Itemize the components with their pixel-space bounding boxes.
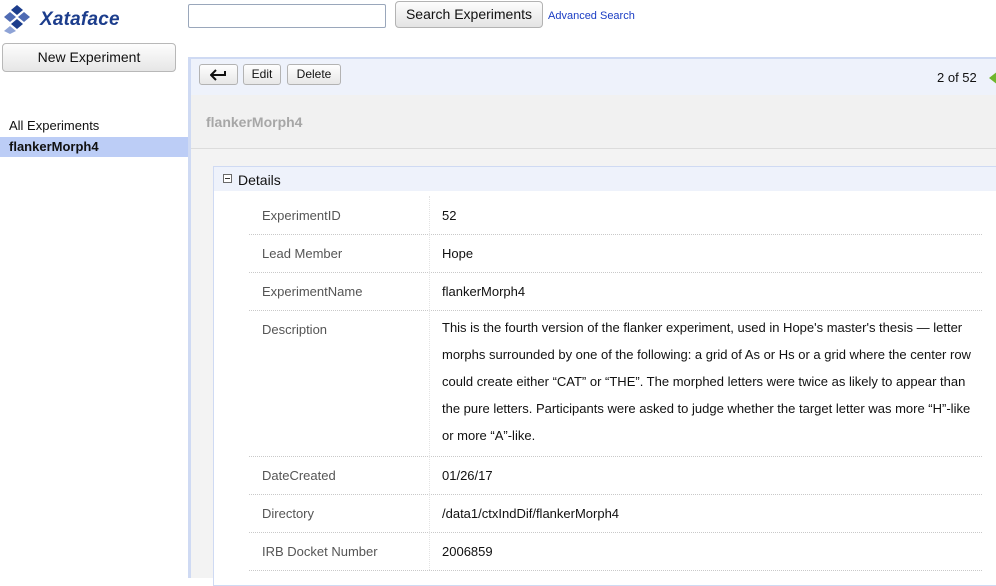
field-row-directory: Directory /data1/ctxIndDif/flankerMorph4	[249, 494, 982, 533]
new-experiment-button[interactable]: New Experiment	[2, 43, 176, 72]
xataface-logo[interactable]: Xataface	[4, 4, 144, 34]
details-section: Details ExperimentID 52 Lead Member Hope…	[213, 166, 996, 586]
field-label: DateCreated	[262, 468, 336, 483]
field-row-experimentid: ExperimentID 52	[249, 196, 982, 235]
details-section-label: Details	[238, 172, 281, 188]
field-value: 2006859	[442, 544, 493, 559]
field-label: Lead Member	[262, 246, 343, 261]
field-label: Directory	[262, 506, 315, 521]
field-row-experimentname: ExperimentName flankerMorph4	[249, 272, 982, 311]
back-button[interactable]	[199, 64, 238, 85]
search-experiments-button[interactable]: Search Experiments	[395, 1, 543, 28]
delete-button[interactable]: Delete	[287, 64, 341, 85]
field-label: ExperimentID	[262, 208, 341, 223]
field-row-description: Description This is the fourth version o…	[249, 310, 982, 457]
next-arrow-icon[interactable]	[988, 71, 996, 85]
record-panel: Edit Delete 2 of 52 flankerMorph4 Detail…	[188, 57, 996, 586]
record-title: flankerMorph4	[206, 114, 303, 130]
field-label: ExperimentName	[262, 284, 363, 299]
collapse-icon[interactable]	[223, 174, 232, 183]
app-name: Xataface	[40, 9, 120, 30]
record-toolbar: Edit Delete 2 of 52	[191, 59, 996, 95]
field-value: This is the fourth version of the flanke…	[442, 320, 971, 443]
field-value: 01/26/17	[442, 468, 493, 483]
field-row-datecreated: DateCreated 01/26/17	[249, 456, 982, 495]
details-section-header[interactable]: Details	[214, 167, 996, 191]
field-value: 52	[442, 208, 457, 223]
field-value: Hope	[442, 246, 474, 261]
advanced-search-link[interactable]: Advanced Search	[548, 10, 635, 22]
field-value: /data1/ctxIndDif/flankerMorph4	[442, 506, 620, 521]
edit-button[interactable]: Edit	[243, 64, 281, 85]
field-value: flankerMorph4	[442, 284, 526, 299]
field-row-lead-member: Lead Member Hope	[249, 234, 982, 273]
record-pager: 2 of 52	[937, 70, 977, 85]
sidebar-item-all-experiments[interactable]: All Experiments	[9, 118, 99, 133]
field-label: Description	[262, 322, 328, 337]
sidebar-item-label: flankerMorph4	[9, 139, 99, 154]
search-input[interactable]	[188, 4, 386, 28]
field-row-irb-docket-number: IRB Docket Number 2006859	[249, 532, 982, 571]
record-title-bar: flankerMorph4	[191, 95, 996, 149]
xataface-diamond-icon	[4, 5, 30, 34]
sidebar-item-current-record[interactable]: flankerMorph4	[0, 137, 188, 157]
field-label: IRB Docket Number	[262, 544, 378, 559]
back-arrow-icon	[209, 69, 226, 81]
